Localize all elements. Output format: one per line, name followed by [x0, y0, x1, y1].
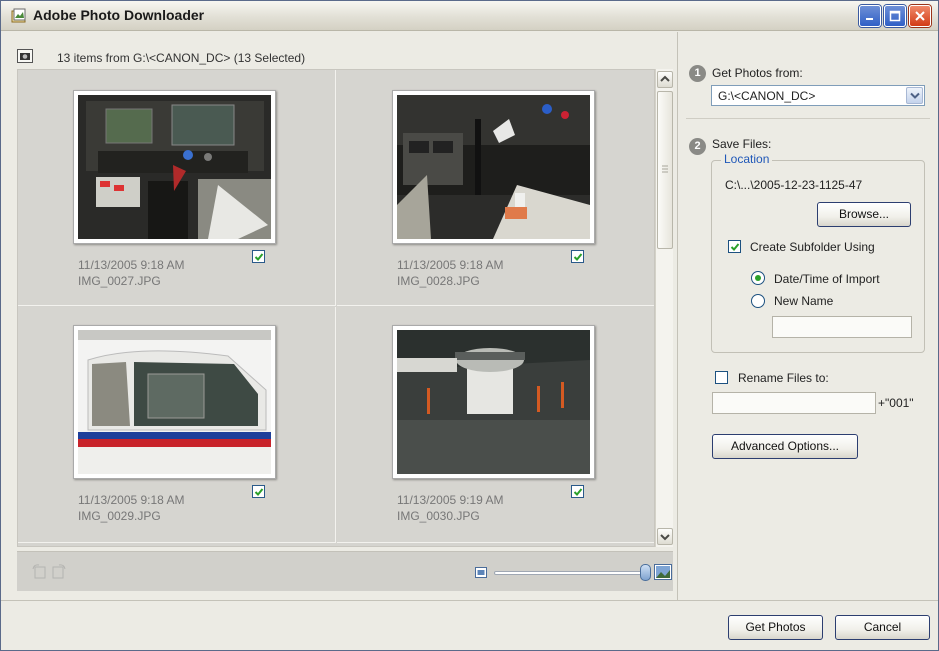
photo-downloader-window: Adobe Photo Downloader 13 items from G:\…: [0, 0, 939, 651]
rotate-left-icon[interactable]: [31, 563, 47, 579]
section-separator: [686, 118, 930, 119]
rotate-right-icon[interactable]: [51, 563, 67, 579]
thumbnail-cell[interactable]: 11/13/2005 9:18 AM IMG_0029.JPG: [18, 307, 336, 543]
photo-filename: IMG_0029.JPG: [78, 509, 161, 523]
rename-files-checkbox[interactable]: [715, 371, 728, 384]
chevron-down-icon: [910, 92, 920, 99]
rename-suffix: +"001": [878, 396, 914, 410]
minimize-button[interactable]: [859, 5, 881, 27]
thumbnail-cell[interactable]: 11/13/2005 9:18 AM IMG_0027.JPG: [18, 70, 336, 306]
thumbnail-image[interactable]: [73, 90, 276, 244]
camera-icon: [17, 49, 33, 63]
close-icon: [915, 11, 925, 21]
scroll-thumb[interactable]: [657, 91, 673, 249]
cancel-button[interactable]: Cancel: [835, 615, 930, 640]
step-2-badge: 2: [689, 138, 706, 155]
thumbnail-scrollbar[interactable]: [655, 69, 673, 547]
window-title: Adobe Photo Downloader: [33, 7, 205, 23]
photo-select-checkbox[interactable]: [252, 485, 265, 498]
photo-date: 11/13/2005 9:18 AM: [397, 258, 504, 272]
thumbnail-image[interactable]: [392, 90, 595, 244]
panel-divider: [677, 32, 678, 600]
radio-new-name[interactable]: [751, 294, 765, 308]
small-thumbnail-icon[interactable]: [475, 567, 487, 578]
check-icon: [730, 243, 740, 251]
radio-date-time-label: Date/Time of Import: [774, 272, 880, 286]
photo-date: 11/13/2005 9:18 AM: [78, 493, 185, 507]
thumbnail-cell[interactable]: 11/13/2005 9:18 AM IMG_0028.JPG: [337, 70, 654, 306]
items-summary: 13 items from G:\<CANON_DC> (13 Selected…: [57, 51, 306, 65]
photo-filename: IMG_0030.JPG: [397, 509, 480, 523]
photo-filename: IMG_0027.JPG: [78, 274, 161, 288]
rename-files-input[interactable]: [712, 392, 876, 414]
thumbnail-size-slider-knob[interactable]: [640, 564, 651, 581]
title-bar[interactable]: Adobe Photo Downloader: [1, 1, 938, 31]
grip-icon: [662, 165, 668, 173]
save-location-path: C:\...\2005-12-23-1125-47: [725, 178, 863, 192]
chevron-down-icon: [660, 534, 670, 541]
create-subfolder-label: Create Subfolder Using: [750, 240, 875, 254]
thumbnail-size-slider[interactable]: [494, 571, 642, 575]
create-subfolder-checkbox[interactable]: [728, 240, 741, 253]
photo-select-checkbox[interactable]: [252, 250, 265, 263]
photo-date: 11/13/2005 9:19 AM: [397, 493, 504, 507]
thumbnail-grid[interactable]: 11/13/2005 9:18 AM IMG_0027.JPG 11/13/20…: [17, 69, 655, 547]
source-device-value: G:\<CANON_DC>: [718, 89, 816, 103]
browse-button[interactable]: Browse...: [817, 202, 911, 227]
thumbnail-cell[interactable]: 11/13/2005 9:19 AM IMG_0030.JPG: [337, 307, 654, 543]
photo-select-checkbox[interactable]: [571, 250, 584, 263]
maximize-button[interactable]: [884, 5, 906, 27]
maximize-icon: [889, 10, 901, 22]
step-1-badge: 1: [689, 65, 706, 82]
photo-filename: IMG_0028.JPG: [397, 274, 480, 288]
get-photos-from-label: Get Photos from:: [712, 66, 803, 80]
photo-select-checkbox[interactable]: [571, 485, 584, 498]
items-header: 13 items from G:\<CANON_DC> (13 Selected…: [9, 45, 669, 69]
source-device-select[interactable]: G:\<CANON_DC>: [711, 85, 925, 106]
chevron-up-icon: [660, 75, 670, 82]
large-thumbnail-icon[interactable]: [654, 564, 672, 580]
thumbnail-image[interactable]: [392, 325, 595, 479]
photo-date: 11/13/2005 9:18 AM: [78, 258, 185, 272]
new-name-input[interactable]: [772, 316, 912, 338]
scroll-down-button[interactable]: [657, 528, 673, 545]
dropdown-arrow[interactable]: [906, 87, 923, 104]
get-photos-button[interactable]: Get Photos: [728, 615, 823, 640]
radio-date-time[interactable]: [751, 271, 765, 285]
radio-selected-dot: [755, 275, 761, 281]
radio-new-name-label: New Name: [774, 294, 834, 308]
save-files-label: Save Files:: [712, 137, 772, 151]
thumbnail-image[interactable]: [73, 325, 276, 479]
scroll-up-button[interactable]: [657, 71, 673, 88]
rename-files-label: Rename Files to:: [738, 371, 829, 385]
grid-toolbar: [17, 551, 673, 591]
advanced-options-button[interactable]: Advanced Options...: [712, 434, 858, 459]
footer-separator: [1, 600, 938, 601]
close-button[interactable]: [909, 5, 931, 27]
app-icon: [11, 8, 26, 23]
location-legend: Location: [721, 152, 773, 166]
minimize-icon: [866, 18, 873, 20]
